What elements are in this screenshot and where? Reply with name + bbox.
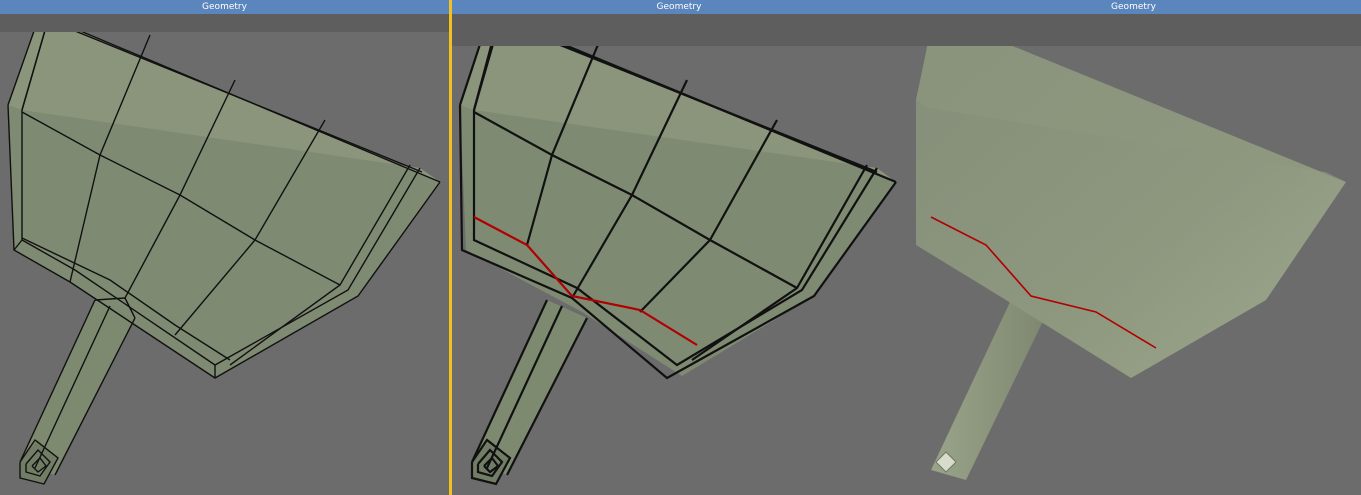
viewport-title: Geometry [0, 0, 449, 14]
viewport-left[interactable]: Geometry [0, 0, 449, 495]
mesh-canvas-middle[interactable] [452, 0, 906, 495]
viewport-middle[interactable]: Geometry [452, 0, 906, 495]
viewport-title: Geometry [452, 0, 906, 14]
mesh-canvas-left[interactable] [0, 0, 449, 495]
mesh-canvas-right[interactable] [906, 0, 1361, 495]
handle [931, 300, 1046, 480]
viewport-toolbar-band [906, 14, 1361, 46]
viewport-title: Geometry [906, 0, 1361, 14]
viewport-toolbar-band [452, 14, 906, 46]
viewport-toolbar-band [0, 14, 449, 32]
viewport-right[interactable]: Geometry [906, 0, 1361, 495]
